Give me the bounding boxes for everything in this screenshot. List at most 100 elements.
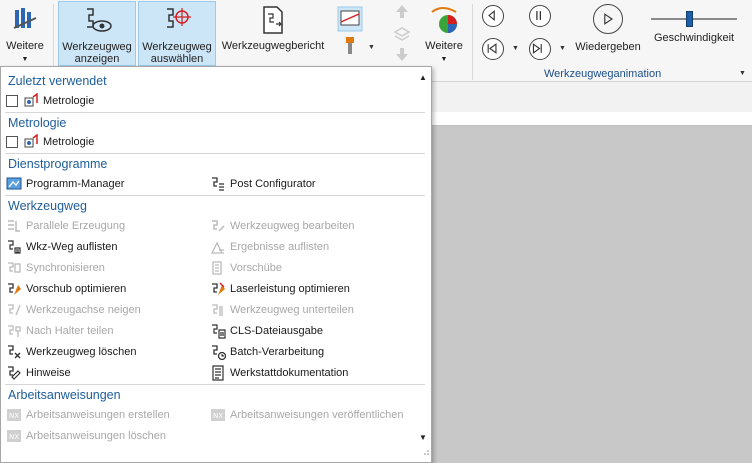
work-instructions-delete-icon: NX (7, 430, 21, 442)
werkzeugweg-anzeigen-button[interactable]: Werkzeugweg anzeigen (58, 1, 136, 66)
nach-halter-teilen-item[interactable]: Nach Halter teilen (6, 323, 113, 339)
weitere-right-button[interactable]: Weitere ▼ (420, 1, 468, 66)
arbeitsanweisungen-loeschen-item[interactable]: NX Arbeitsanweisungen löschen (6, 428, 166, 444)
item-label: Ergebnisse auflisten (230, 241, 330, 253)
pause-button[interactable] (529, 5, 551, 27)
werkzeugwegbericht-button[interactable]: Werkzeugwegbericht (219, 1, 327, 66)
section-title-arbeitsanweisungen: Arbeitsanweisungen (8, 388, 121, 402)
item-label: Arbeitsanweisungen veröffentlichen (230, 409, 404, 421)
item-label: Vorschübe (230, 262, 282, 274)
werkzeugweg-bearbeiten-item[interactable]: Werkzeugweg bearbeiten (210, 218, 355, 234)
chevron-down-icon: ▼ (440, 56, 448, 63)
tool-stack-icon (13, 8, 37, 29)
skip-start-button[interactable] (482, 38, 504, 60)
vorschuebe-item[interactable]: Vorschübe (210, 260, 282, 276)
scroll-down-icon[interactable]: ▼ (419, 433, 427, 442)
cls-output-icon (212, 324, 226, 339)
section-title-werkzeugweg: Werkzeugweg (8, 199, 87, 213)
section-title-dienstprogramme: Dienstprogramme (8, 157, 108, 171)
step-back-button[interactable] (482, 5, 504, 27)
svg-text:NX: NX (213, 412, 223, 420)
wiedergeben-button[interactable]: Wiedergeben (572, 1, 644, 66)
skip-end-button[interactable] (529, 38, 551, 60)
speed-slider-track[interactable] (651, 18, 737, 20)
werkzeugweg-unterteilen-item[interactable]: Werkzeugweg unterteilen (210, 302, 354, 318)
post-configurator-item[interactable]: Post Configurator (210, 176, 316, 192)
werkstattdokumentation-item[interactable]: Werkstattdokumentation (210, 365, 348, 381)
section-title-metrologie: Metrologie (8, 116, 67, 130)
arrow-down-icon[interactable] (392, 44, 412, 64)
speed-slider-thumb[interactable] (686, 11, 694, 27)
auswaehlen-label-1: Werkzeugweg (142, 41, 212, 53)
item-label: Parallele Erzeugung (26, 220, 126, 232)
parallel-generation-icon (8, 220, 20, 232)
play-icon (593, 4, 623, 34)
group-expand-icon[interactable]: ▼ (739, 70, 746, 77)
weitere-left-label: Weitere (6, 40, 44, 52)
section-title-recent: Zuletzt verwendet (8, 74, 107, 88)
toolpath-select-icon (167, 8, 191, 28)
layers-icon[interactable] (392, 24, 412, 44)
scroll-up-icon[interactable]: ▲ (419, 73, 427, 82)
item-label: Nach Halter teilen (26, 325, 114, 337)
work-instructions-create-icon: NX (7, 409, 21, 421)
shop-docs-icon (212, 365, 224, 381)
bericht-label: Werkzeugwegbericht (221, 40, 325, 52)
programm-manager-item[interactable]: Programm-Manager (6, 176, 124, 192)
hinweise-item[interactable]: Hinweise (6, 365, 71, 381)
wkz-weg-auflisten-item[interactable]: Wkz-Weg auflisten (6, 239, 118, 255)
werkzeugweg-loeschen-item[interactable]: Werkzeugweg löschen (6, 344, 136, 360)
metrology-probe-icon (24, 93, 38, 107)
feed-optimize-icon (8, 283, 21, 295)
item-label: Werkzeugweg unterteilen (230, 304, 354, 316)
split-holder-icon (8, 325, 21, 337)
toolpath-eye-icon (87, 8, 112, 32)
item-label: Werkzeugweg bearbeiten (230, 220, 355, 232)
section-divider (5, 195, 425, 196)
laserleistung-optimieren-item[interactable]: Laserleistung optimieren (210, 281, 350, 297)
arbeitsanweisungen-veroeffentlichen-item[interactable]: NX Arbeitsanweisungen veröffentlichen (210, 407, 403, 423)
program-manager-icon (6, 177, 22, 190)
item-label: Batch-Verarbeitung (230, 346, 325, 358)
notes-icon (8, 366, 21, 380)
group-label-animation: Werkzeugweganimation (544, 68, 662, 80)
item-label: Synchronisieren (26, 262, 105, 274)
recent-metrologie-item[interactable]: Metrologie (6, 93, 94, 109)
svg-text:NX: NX (9, 433, 19, 441)
chevron-down-icon[interactable]: ▼ (512, 45, 519, 52)
chevron-down-icon[interactable]: ▼ (559, 45, 566, 52)
item-label: Werkstattdokumentation (230, 367, 349, 379)
item-label: Wkz-Weg auflisten (26, 241, 118, 253)
document-toolbar (432, 82, 752, 112)
parallele-erzeugung-item[interactable]: Parallele Erzeugung (6, 218, 125, 234)
list-toolpath-icon (8, 240, 21, 254)
display-toggle-icon[interactable] (337, 6, 363, 32)
vorschub-optimieren-item[interactable]: Vorschub optimieren (6, 281, 126, 297)
weitere-left-button[interactable]: Weitere ▼ (2, 1, 48, 66)
arbeitsanweisungen-erstellen-item[interactable]: NX Arbeitsanweisungen erstellen (6, 407, 170, 423)
synchronisieren-item[interactable]: Synchronisieren (6, 260, 105, 276)
item-label: Post Configurator (230, 178, 316, 190)
metrologie-checkbox[interactable] (6, 136, 18, 148)
metrologie-checkbox[interactable] (6, 95, 18, 107)
werkzeugachse-neigen-item[interactable]: Werkzeugachse neigen (6, 302, 141, 318)
section-divider (5, 153, 425, 154)
cls-dateiausgabe-item[interactable]: CLS-Dateiausgabe (210, 323, 323, 339)
werkzeugweg-auswaehlen-button[interactable]: Werkzeugweg auswählen (138, 1, 216, 66)
arrow-up-icon[interactable] (392, 2, 412, 22)
chevron-down-icon: ▼ (21, 56, 29, 63)
dropdown-panel: ▲ Zuletzt verwendet Metrologie Metrologi… (0, 66, 432, 463)
wiedergeben-label: Wiedergeben (575, 41, 641, 53)
resize-grip-icon[interactable] (421, 447, 430, 456)
report-icon (263, 6, 283, 34)
geschwindigkeit-label: Geschwindigkeit (654, 32, 735, 44)
chevron-down-icon[interactable]: ▼ (368, 44, 375, 51)
metrologie-item[interactable]: Metrologie (6, 134, 94, 150)
edit-toolpath-icon (212, 220, 225, 232)
ergebnisse-auflisten-item[interactable]: Ergebnisse auflisten (210, 239, 329, 255)
tool-icon[interactable] (340, 36, 360, 56)
batch-verarbeitung-item[interactable]: Batch-Verarbeitung (210, 344, 324, 360)
document-tab-strip (432, 112, 752, 126)
section-divider (5, 112, 425, 113)
weitere-right-label: Weitere (425, 40, 463, 52)
